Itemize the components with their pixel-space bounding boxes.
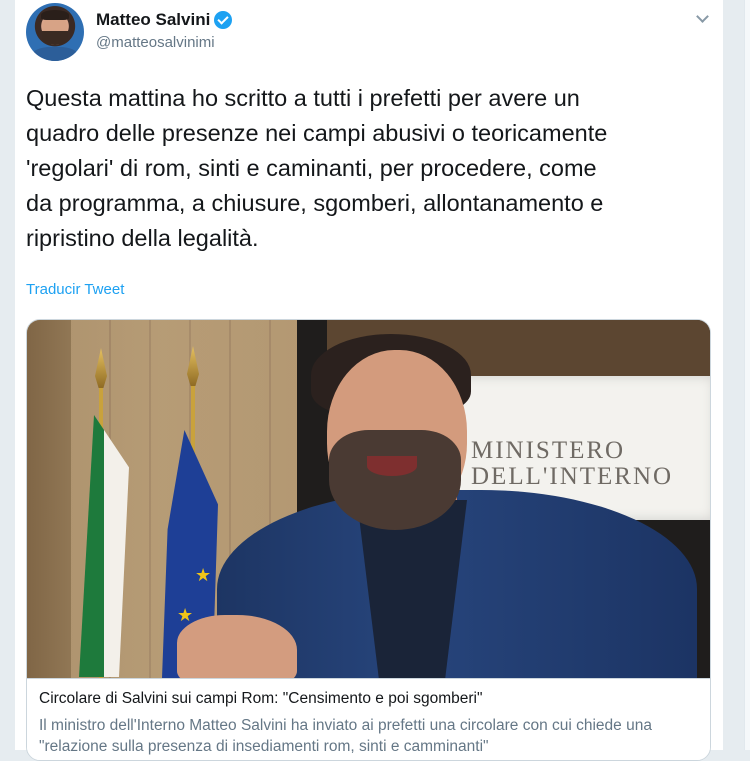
avatar[interactable] <box>26 3 84 61</box>
translate-tweet-link[interactable]: Traducir Tweet <box>26 281 124 298</box>
preview-image[interactable]: MINISTERO DELL'INTERNO ★ ★ <box>27 320 710 678</box>
image-sign-line: DELL'INTERNO <box>471 463 674 490</box>
image-sign-line: MINISTERO <box>471 437 626 464</box>
preview-title[interactable]: Circolare di Salvini sui campi Rom: "Cen… <box>39 690 482 708</box>
verified-badge-icon <box>214 11 233 29</box>
author-handle[interactable]: @matteosalvinimi <box>96 34 215 51</box>
preview-caption[interactable]: Circolare di Salvini sui campi Rom: "Cen… <box>27 678 710 760</box>
link-preview-card[interactable]: MINISTERO DELL'INTERNO ★ ★ Circolare di … <box>26 319 711 761</box>
image-sign-text: MINISTERO DELL'INTERNO <box>471 438 673 490</box>
right-sidebar-edge <box>744 0 750 750</box>
preview-description: Il ministro dell'Interno Matteo Salvini … <box>39 717 652 755</box>
chevron-down-icon[interactable] <box>694 9 710 26</box>
tweet-text: Questa mattina ho scritto a tutti i pref… <box>26 85 608 251</box>
author-name-row[interactable]: Matteo Salvini <box>96 10 233 30</box>
author-name[interactable]: Matteo Salvini <box>96 10 210 30</box>
